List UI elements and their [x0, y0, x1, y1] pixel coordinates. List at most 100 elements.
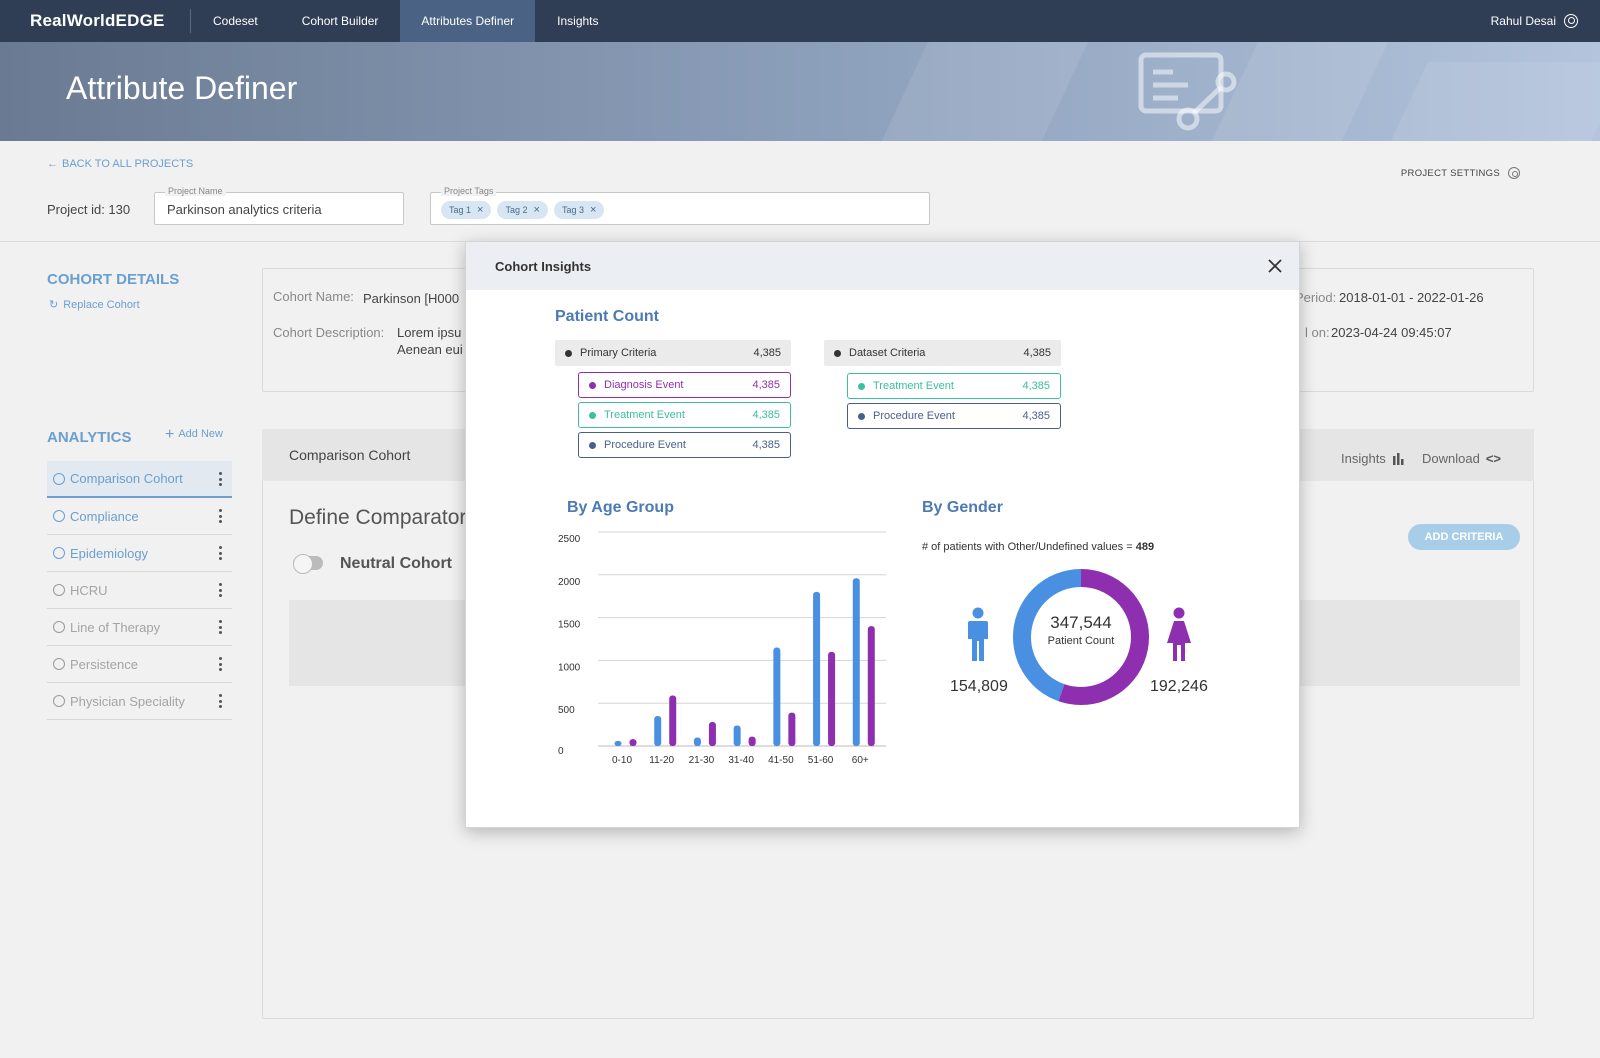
radio-icon[interactable]	[53, 584, 65, 596]
more-vertical-icon[interactable]	[219, 583, 222, 597]
analytics-item-line-of-therapy[interactable]: Line of Therapy	[47, 609, 232, 646]
close-icon[interactable]: ×	[534, 204, 540, 216]
gear-icon	[1508, 167, 1520, 179]
project-name-field[interactable]: Project Name Parkinson analytics criteri…	[154, 186, 404, 225]
primary-criteria-count: 4,385	[753, 347, 781, 359]
download-button[interactable]: Download <>	[1422, 451, 1501, 466]
project-settings-button[interactable]: PROJECT SETTINGS	[1401, 167, 1520, 179]
radio-icon[interactable]	[53, 547, 65, 559]
x-tick-label: 0-10	[612, 755, 632, 766]
analytics-item-label: Compliance	[70, 508, 139, 524]
nav-cohort-builder[interactable]: Cohort Builder	[280, 0, 401, 42]
user-menu[interactable]: Rahul Desai	[1491, 0, 1578, 42]
nav-attributes-definer[interactable]: Attributes Definer	[400, 0, 536, 42]
male-icon	[968, 607, 988, 661]
gender-title: By Gender	[922, 499, 1003, 516]
bullet-icon	[589, 441, 596, 449]
project-settings-label: PROJECT SETTINGS	[1400, 167, 1500, 179]
more-vertical-icon[interactable]	[219, 472, 222, 486]
radio-icon[interactable]	[53, 621, 65, 633]
total-patient-label: Patient Count	[1047, 635, 1115, 647]
analytics-item-persistence[interactable]: Persistence	[47, 646, 232, 683]
comparison-header-title: Comparison Cohort	[289, 447, 411, 463]
close-icon[interactable]	[1267, 258, 1283, 274]
analytics-item-compliance[interactable]: Compliance	[47, 498, 232, 535]
dataset-treatment-event: Treatment Event 4,385	[847, 373, 1061, 399]
analytics-item-hcru[interactable]: HCRU	[47, 572, 232, 609]
project-tags-field[interactable]: Project Tags Tag 1 × Tag 2 × Tag 3 ×	[430, 186, 930, 225]
neutral-cohort-toggle[interactable]	[293, 554, 323, 574]
analytics-item-label: Comparison Cohort	[70, 471, 183, 486]
project-name-legend: Project Name	[165, 186, 226, 196]
age-bar	[867, 626, 875, 746]
more-vertical-icon[interactable]	[219, 620, 222, 634]
x-tick-label: 51-60	[808, 755, 834, 766]
more-vertical-icon[interactable]	[219, 509, 222, 523]
tag-chip[interactable]: Tag 2 ×	[497, 201, 548, 219]
period-value: 2018-01-01 - 2022-01-26	[1339, 290, 1484, 305]
radio-icon[interactable]	[53, 472, 65, 485]
primary-procedure-event: Procedure Event 4,385	[578, 432, 791, 458]
nav-codeset[interactable]: Codeset	[191, 0, 280, 42]
add-criteria-button[interactable]: ADD CRITERIA	[1408, 524, 1520, 550]
analytics-item-label: Persistence	[70, 656, 138, 672]
analytics-item-comparison-cohort[interactable]: Comparison Cohort	[47, 461, 232, 498]
replace-cohort-button[interactable]: ↻ Replace Cohort	[49, 298, 140, 312]
age-bar	[813, 591, 821, 746]
more-vertical-icon[interactable]	[219, 694, 222, 708]
x-tick-label: 60+	[852, 755, 869, 766]
age-group-chart: 0 500 1000 1500 2000 2500 0-10 11-20 21-30 31-40 4…	[558, 531, 886, 766]
y-tick-label: 2500	[558, 534, 581, 545]
cohort-description-line2: Aenean eui	[397, 342, 463, 357]
cohort-description-line1: Lorem ipsu	[397, 325, 462, 340]
tag-chip[interactable]: Tag 3 ×	[553, 201, 605, 219]
add-new-analytics-button[interactable]: + Add New	[165, 425, 223, 443]
dataset-criteria-label: Dataset Criteria	[849, 347, 926, 359]
age-group-title: By Age Group	[567, 499, 674, 516]
analytics-item-epidemiology[interactable]: Epidemiology	[47, 535, 232, 572]
more-vertical-icon[interactable]	[219, 546, 222, 560]
period-label: Period:	[1295, 290, 1337, 305]
male-count: 154,809	[950, 678, 1008, 695]
age-bar	[654, 716, 662, 746]
x-tick-label: 41-50	[768, 755, 794, 766]
other-undefined-note: # of patients with Other/Undefined value…	[922, 541, 1155, 553]
bullet-icon	[565, 349, 572, 357]
project-tags-legend: Project Tags	[441, 186, 497, 196]
age-bar	[748, 736, 756, 746]
y-tick-label: 1000	[558, 662, 581, 673]
user-icon	[1564, 14, 1578, 28]
download-label: Download	[1422, 451, 1480, 466]
primary-criteria-header: Primary Criteria 4,385	[555, 340, 791, 366]
analytics-item-physician-speciality[interactable]: Physician Speciality	[47, 683, 232, 720]
radio-icon[interactable]	[53, 510, 65, 522]
back-to-projects-link[interactable]: ← BACK TO ALL PROJECTS	[47, 158, 193, 170]
age-bar	[629, 739, 637, 746]
modal-title: Cohort Insights	[495, 258, 592, 274]
brand-logo[interactable]: RealWorldEDGE	[0, 11, 190, 31]
dataset-criteria-header: Dataset Criteria 4,385	[824, 340, 1061, 366]
plus-icon: +	[165, 425, 175, 443]
top-nav: RealWorldEDGE Codeset Cohort Builder Att…	[0, 0, 1600, 42]
nav-insights[interactable]: Insights	[535, 0, 620, 42]
created-value: 2023-04-24 09:45:07	[1331, 325, 1452, 340]
age-bar	[852, 578, 860, 746]
radio-icon[interactable]	[53, 658, 65, 670]
age-bar	[693, 737, 701, 746]
age-bar	[788, 712, 796, 746]
user-name: Rahul Desai	[1490, 14, 1556, 28]
tag-chip[interactable]: Tag 1 ×	[441, 201, 492, 219]
close-icon[interactable]: ×	[477, 204, 483, 216]
created-label: l on:	[1305, 325, 1330, 340]
patient-count-title: Patient Count	[555, 308, 659, 325]
cohort-description-label: Cohort Description:	[273, 325, 385, 340]
analytics-item-label: Epidemiology	[70, 545, 149, 561]
cohort-details-title: COHORT DETAILS	[47, 271, 180, 288]
primary-diagnosis-event: Diagnosis Event 4,385	[578, 372, 791, 398]
radio-icon[interactable]	[53, 695, 65, 707]
neutral-cohort-label: Neutral Cohort	[340, 555, 452, 572]
close-icon[interactable]: ×	[590, 204, 596, 216]
x-tick-label: 31-40	[728, 755, 754, 766]
more-vertical-icon[interactable]	[219, 657, 222, 671]
insights-button[interactable]: Insights	[1341, 451, 1405, 466]
